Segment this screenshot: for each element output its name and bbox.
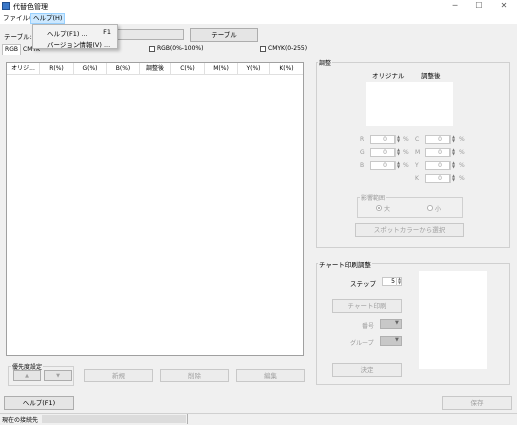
help-dropdown: ヘルプ(F1) ... F1 バージョン情報(V) ... [32, 24, 118, 49]
m-input[interactable]: 0 [425, 148, 450, 157]
column-header[interactable]: M(%) [205, 63, 238, 74]
minimize-button[interactable]: ─ [444, 0, 466, 13]
column-header[interactable]: K(%) [270, 63, 303, 74]
g-spinner[interactable]: ▲ ▼ [395, 148, 401, 157]
column-header[interactable]: Y(%) [238, 63, 270, 74]
r-input[interactable]: 0 [370, 135, 395, 144]
app-icon [2, 2, 10, 10]
color-table[interactable] [6, 62, 304, 356]
k-spinner[interactable]: ▲ ▼ [450, 174, 456, 183]
version-menu-item[interactable]: バージョン情報(V) ... [47, 39, 110, 49]
k-input[interactable]: 0 [425, 174, 450, 183]
table-label: テーブル: [4, 33, 32, 41]
chevron-down-icon: ▼ [395, 337, 399, 343]
delete-button[interactable]: 削除 [160, 369, 229, 382]
step-spinner[interactable]: ▲ ▼ [396, 277, 402, 286]
status-value [42, 415, 186, 423]
status-label: 現在の接続先 [2, 417, 39, 424]
c-percent: % [459, 136, 465, 143]
help-shortcut: F1 [103, 28, 111, 36]
window-title: 代替色管理 [13, 3, 48, 11]
adjust-title: 調整 [318, 58, 333, 67]
save-button[interactable]: 保存 [442, 396, 512, 410]
influence-small-label: 小 [435, 206, 442, 213]
y-input[interactable]: 0 [425, 161, 450, 170]
menu-help[interactable]: ヘルプ(H) [30, 13, 66, 24]
y-label: Y [415, 162, 419, 169]
m-spinner[interactable]: ▲ ▼ [450, 148, 456, 157]
number-label: 番号 [362, 323, 375, 330]
c-input[interactable]: 0 [425, 135, 450, 144]
b-input[interactable]: 0 [370, 161, 395, 170]
y-spinner[interactable]: ▲ ▼ [450, 161, 456, 170]
adjusted-label: 調整後 [421, 72, 441, 80]
column-header[interactable]: R(%) [40, 63, 74, 74]
c-spinner[interactable]: ▲ ▼ [450, 135, 456, 144]
r-spinner[interactable]: ▲ ▼ [395, 135, 401, 144]
rgb-percent-label: RGB(0%-100%) [157, 45, 204, 52]
decide-button[interactable]: 決定 [332, 363, 402, 377]
g-label: G [360, 149, 365, 156]
b-percent: % [403, 162, 409, 169]
chart-print-button[interactable]: チャート印刷 [332, 299, 402, 313]
c-label: C [415, 136, 420, 143]
column-header[interactable]: 調整後 [140, 63, 171, 74]
chart-title: チャート印刷調整 [318, 259, 372, 269]
status-divider [187, 414, 188, 424]
g-input[interactable]: 0 [370, 148, 395, 157]
column-header[interactable]: オリジ... [7, 63, 40, 74]
help-menu-item[interactable]: ヘルプ(F1) ... [47, 28, 88, 38]
rgb-percent-checkbox[interactable] [149, 46, 155, 52]
radio-dot [378, 207, 380, 209]
influence-large-label: 大 [384, 206, 391, 213]
g-percent: % [403, 149, 409, 156]
close-button[interactable]: ✕ [493, 0, 515, 13]
help-button[interactable]: ヘルプ(F1) [4, 396, 74, 410]
column-header[interactable]: G(%) [74, 63, 107, 74]
priority-up-button[interactable]: ▲ [13, 370, 41, 381]
group-label: グループ [350, 340, 374, 347]
m-percent: % [459, 149, 465, 156]
r-percent: % [403, 136, 409, 143]
original-label: オリジナル [372, 72, 405, 80]
influence-small-radio[interactable] [427, 205, 433, 211]
influence-title: 影響範囲 [360, 193, 387, 202]
table-button[interactable]: テーブル [190, 28, 258, 42]
color-preview [366, 82, 453, 126]
cmyk-255-label: CMYK(0-255) [268, 45, 308, 52]
chart-preview [419, 271, 487, 369]
b-label: B [360, 162, 365, 169]
priority-down-button[interactable]: ▼ [44, 370, 72, 381]
cmyk-255-checkbox[interactable] [260, 46, 266, 52]
header-divider [7, 74, 303, 75]
menu-bar [0, 13, 517, 24]
y-percent: % [459, 162, 465, 169]
new-button[interactable]: 新規 [84, 369, 153, 382]
column-header[interactable]: C(%) [171, 63, 205, 74]
r-label: R [360, 136, 365, 143]
step-label: ステップ [350, 280, 376, 288]
tab-rgb[interactable]: RGB [2, 44, 21, 55]
spot-color-button[interactable]: スポットカラーから選択 [355, 223, 464, 237]
m-label: M [415, 149, 421, 156]
title-bar [0, 0, 517, 13]
chevron-down-icon: ▼ [395, 320, 399, 326]
b-spinner[interactable]: ▲ ▼ [395, 161, 401, 170]
column-header[interactable]: B(%) [107, 63, 140, 74]
k-label: K [415, 175, 419, 182]
edit-button[interactable]: 編集 [236, 369, 305, 382]
k-percent: % [459, 175, 465, 182]
maximize-button[interactable]: ☐ [468, 0, 490, 13]
